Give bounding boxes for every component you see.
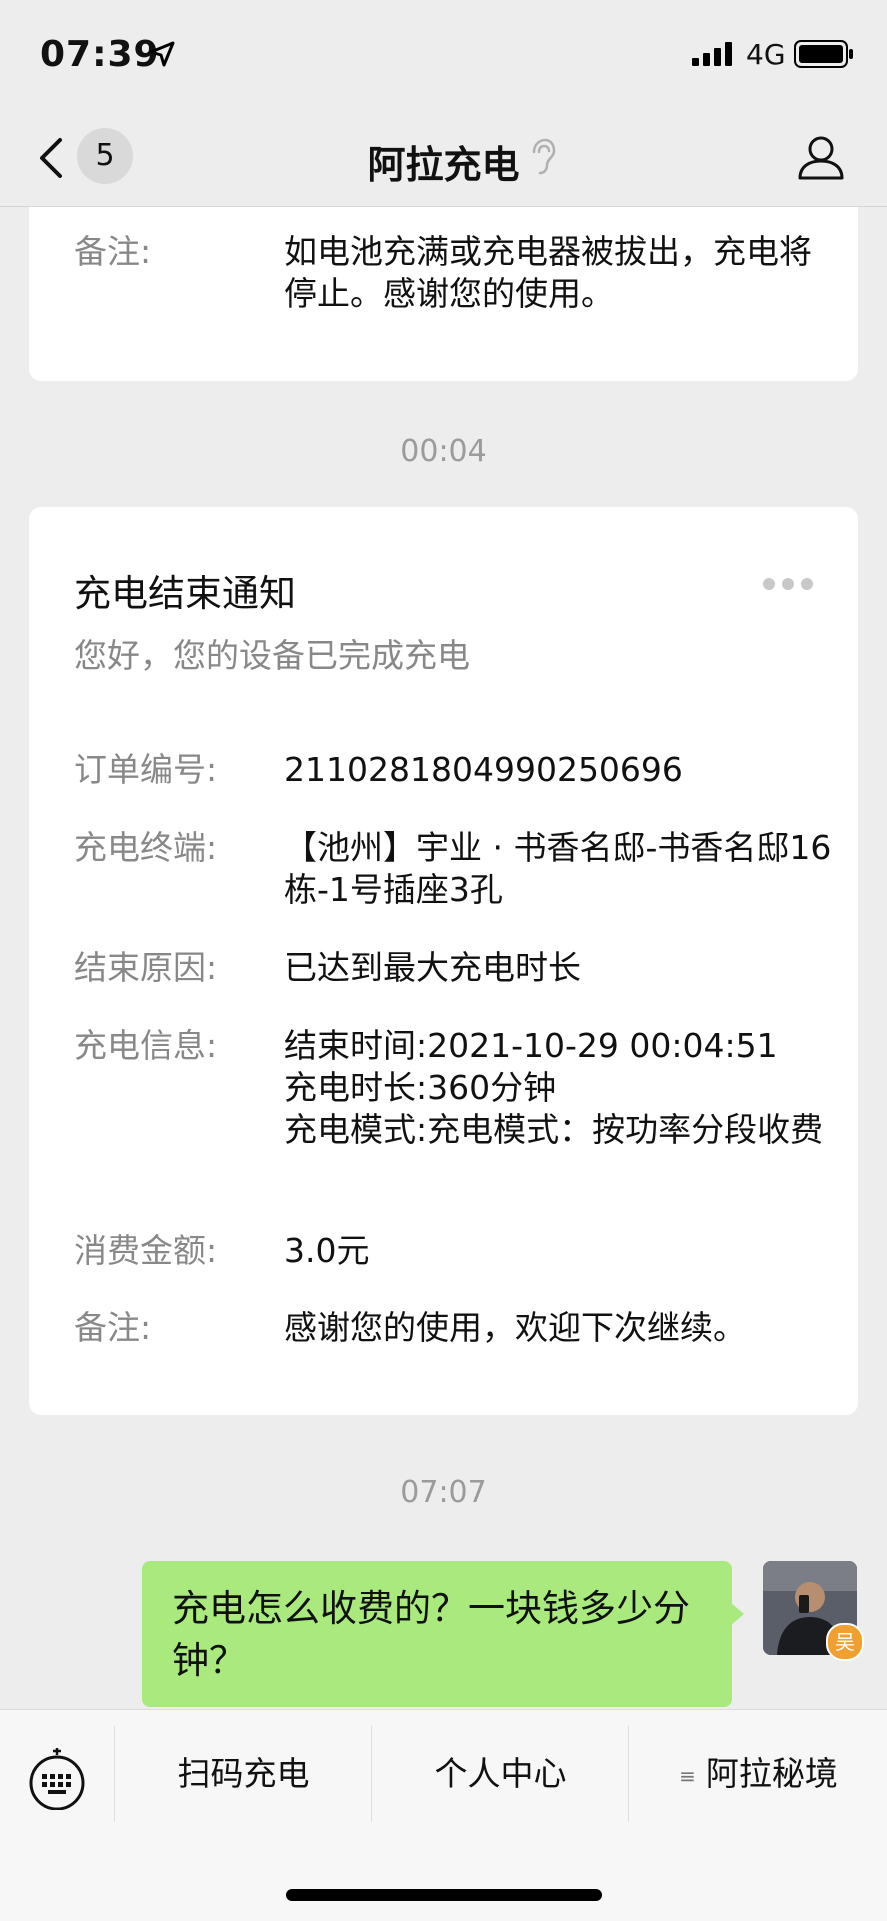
card-subtitle: 您好，您的设备已完成充电: [74, 636, 470, 675]
status-time: 07:39: [40, 34, 160, 75]
more-options-icon[interactable]: [762, 577, 814, 591]
home-indicator[interactable]: [286, 1889, 602, 1901]
row-label: 消费金额:: [74, 1231, 218, 1270]
avatar-badge: 吴: [826, 1623, 864, 1661]
end-reason-value: 已达到最大充电时长: [284, 948, 581, 987]
charging-info-value: 结束时间:2021-10-29 00:04:51 充电时长:360分钟 充电模式…: [284, 1025, 844, 1151]
chat-title: 阿拉充电: [367, 143, 520, 187]
terminal-value: 【池州】宇业 · 书香名邸-书香名邸16栋-1号插座3孔: [284, 828, 832, 909]
menu-item-label: 个人中心: [434, 1754, 567, 1793]
menu-scan-charge[interactable]: 扫码充电: [114, 1726, 372, 1822]
card-title: 充电结束通知: [74, 572, 296, 615]
row-label: 充电信息:: [74, 1026, 218, 1065]
chat-header: 5 阿拉充电: [0, 110, 887, 207]
row-label: 订单编号:: [74, 750, 218, 789]
status-bar: 07:39 4G: [0, 0, 887, 110]
message-timestamp: 00:04: [400, 434, 487, 469]
message-text: 充电怎么收费的？一块钱多少分钟？: [172, 1587, 690, 1682]
row-label: 充电终端:: [74, 828, 218, 867]
message-timestamp: 07:07: [400, 1475, 487, 1510]
location-arrow-icon: [149, 41, 175, 67]
menu-item-label: 阿拉秘境: [705, 1754, 838, 1793]
battery-icon: [794, 40, 853, 68]
menu-personal-center[interactable]: 个人中心: [371, 1726, 629, 1822]
previous-notice-card: 备注: 如电池充满或充电器被拔出，充电将停止。感谢您的使用。: [29, 207, 858, 381]
menu-ala-mijing[interactable]: ≡ 阿拉秘境: [628, 1726, 887, 1822]
row-label: 备注:: [74, 232, 152, 271]
mode-line: 充电模式:充电模式：按功率分段收费: [284, 1110, 824, 1149]
bubble-tail: [730, 1602, 744, 1626]
submenu-mark-icon: ≡: [679, 1763, 696, 1788]
network-type: 4G: [746, 38, 786, 71]
ear-icon: [532, 138, 556, 175]
chat-area[interactable]: 备注: 如电池充满或充电器被拔出，充电将停止。感谢您的使用。 00:04 充电结…: [0, 207, 887, 1709]
keyboard-toggle-icon[interactable]: [28, 1746, 86, 1810]
row-label: 备注:: [74, 1308, 152, 1347]
menu-item-label: 扫码充电: [177, 1754, 310, 1793]
duration-line: 充电时长:360分钟: [284, 1068, 557, 1107]
end-time-line: 结束时间:2021-10-29 00:04:51: [284, 1026, 778, 1065]
order-number-value: 2110281804990250696: [284, 750, 683, 789]
row-label: 结束原因:: [74, 948, 218, 987]
remark-value: 感谢您的使用，欢迎下次继续。: [284, 1308, 746, 1347]
amount-value: 3.0元: [284, 1231, 370, 1270]
charging-end-notice-card[interactable]: 充电结束通知 您好，您的设备已完成充电 订单编号: 21102818049902…: [29, 507, 858, 1415]
outgoing-message-bubble[interactable]: 充电怎么收费的？一块钱多少分钟？: [142, 1561, 732, 1707]
row-value: 如电池充满或充电器被拔出，充电将停止。感谢您的使用。: [284, 232, 812, 313]
signal-bars-icon: [692, 42, 732, 66]
profile-icon[interactable]: [796, 132, 846, 182]
